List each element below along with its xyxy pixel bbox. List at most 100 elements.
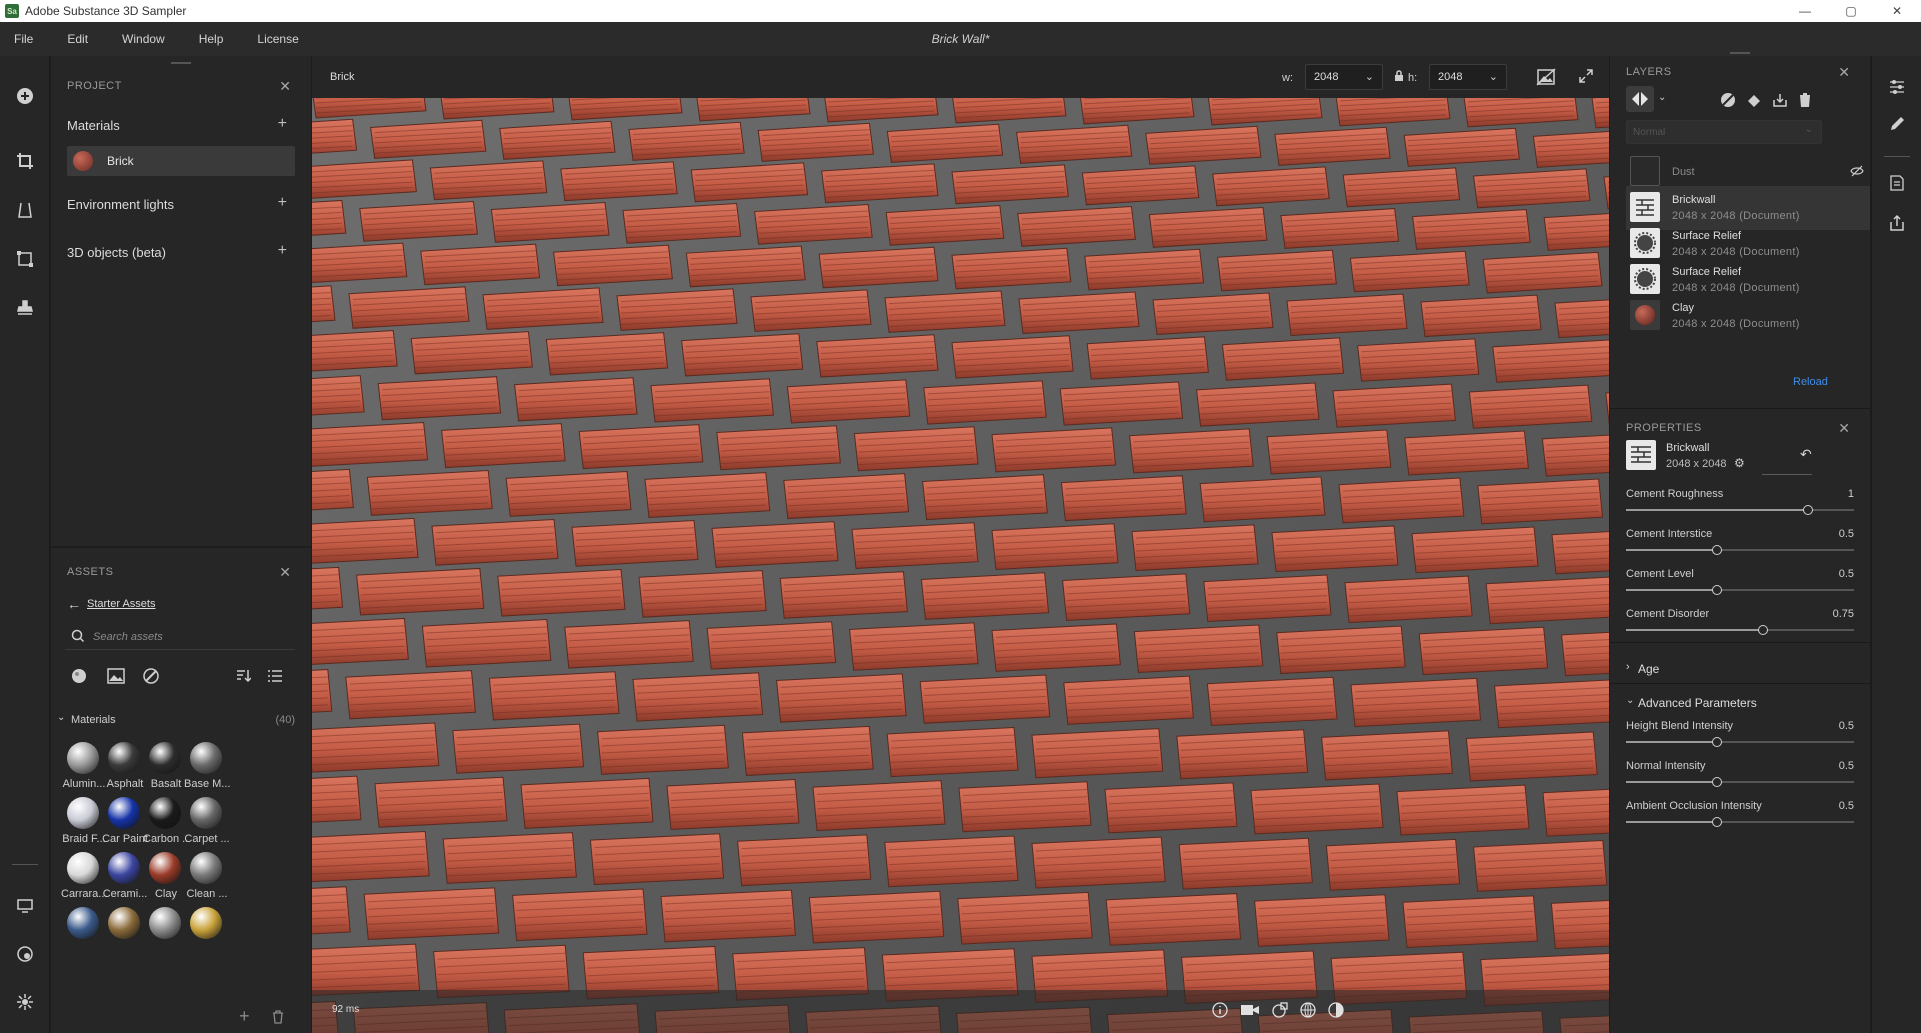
width-select[interactable]: 2048 ⌄	[1305, 64, 1383, 90]
stamp-icon[interactable]	[12, 295, 38, 321]
images-filter-icon[interactable]	[107, 668, 125, 687]
lock-icon[interactable]	[1394, 70, 1404, 85]
brick-wall-render[interactable]	[312, 98, 1609, 1033]
fullscreen-icon[interactable]	[1578, 68, 1594, 87]
brush-icon[interactable]	[1884, 111, 1910, 137]
age-section-label[interactable]: Age	[1638, 662, 1659, 676]
asset-thumbnail[interactable]	[67, 742, 99, 774]
asset-thumbnail[interactable]	[149, 852, 181, 884]
property-slider[interactable]: Cement Interstice 0.5	[1626, 528, 1854, 572]
panel-grip[interactable]	[171, 62, 191, 64]
slider-handle[interactable]	[1712, 777, 1722, 787]
assets-breadcrumb[interactable]: Starter Assets	[87, 598, 155, 610]
slider-value[interactable]: 0.5	[1839, 760, 1854, 772]
slider-value[interactable]: 0.5	[1839, 528, 1854, 540]
delete-layer-icon[interactable]	[1798, 92, 1812, 111]
asset-thumbnail[interactable]	[67, 907, 99, 939]
environment-lights-label[interactable]: Environment lights	[67, 197, 174, 212]
globe-icon[interactable]	[1300, 1002, 1316, 1021]
reload-link[interactable]: Reload	[1793, 376, 1828, 388]
display-settings-icon[interactable]	[12, 893, 38, 919]
layers-close-icon[interactable]: ✕	[1838, 64, 1850, 81]
environment-icon[interactable]	[12, 941, 38, 967]
chevron-down-icon[interactable]: ⌄	[1626, 695, 1634, 706]
project-material-item[interactable]: Brick	[67, 146, 295, 176]
add-asset-icon[interactable]: +	[239, 1006, 250, 1027]
asset-thumbnail[interactable]	[190, 797, 222, 829]
menu-file[interactable]: File	[14, 32, 33, 46]
share-icon[interactable]	[1884, 210, 1910, 236]
material-preview-icon[interactable]	[1328, 1002, 1344, 1021]
3d-objects-label[interactable]: 3D objects (beta)	[67, 245, 166, 260]
asset-thumbnail[interactable]	[149, 742, 181, 774]
property-slider[interactable]: Cement Roughness 1	[1626, 488, 1854, 532]
property-slider[interactable]: Cement Disorder 0.75	[1626, 608, 1854, 652]
menu-license[interactable]: License	[257, 32, 298, 46]
visibility-off-icon[interactable]	[1850, 164, 1864, 181]
sort-icon[interactable]	[235, 668, 252, 687]
menu-edit[interactable]: Edit	[67, 32, 88, 46]
fill-layer-icon[interactable]	[1746, 92, 1762, 111]
export-icon[interactable]	[1772, 92, 1788, 111]
asset-thumbnail[interactable]	[108, 907, 140, 939]
gear-icon[interactable]: ⚙	[1734, 456, 1745, 470]
materials-group-label[interactable]: Materials	[71, 714, 116, 726]
slider-handle[interactable]	[1712, 545, 1722, 555]
adjustments-icon[interactable]	[1884, 74, 1910, 100]
slider-value[interactable]: 0.5	[1839, 720, 1854, 732]
slider-handle[interactable]	[1803, 505, 1813, 515]
maximize-button[interactable]: ▢	[1828, 0, 1874, 22]
info-icon[interactable]	[1212, 1002, 1228, 1021]
menu-help[interactable]: Help	[199, 32, 224, 46]
chevron-down-icon[interactable]: ⌄	[1658, 92, 1666, 103]
slider-value[interactable]: 0.5	[1839, 800, 1854, 812]
materials-section-label[interactable]: Materials	[67, 118, 120, 133]
back-arrow-icon[interactable]: ←	[67, 596, 81, 612]
perspective-icon[interactable]	[12, 197, 38, 223]
properties-close-icon[interactable]: ✕	[1838, 420, 1850, 437]
add-layer-button[interactable]	[1626, 86, 1654, 112]
mask-icon[interactable]	[1720, 92, 1736, 111]
property-slider[interactable]: Ambient Occlusion Intensity 0.5	[1626, 800, 1854, 844]
slider-handle[interactable]	[1712, 737, 1722, 747]
viewport-tab-label[interactable]: Brick	[330, 71, 354, 83]
delete-asset-icon[interactable]	[271, 1010, 285, 1027]
asset-thumbnail[interactable]	[190, 852, 222, 884]
assets-close-icon[interactable]: ✕	[279, 564, 291, 581]
reset-icon[interactable]: ↶	[1800, 446, 1812, 463]
slider-handle[interactable]	[1712, 817, 1722, 827]
asset-thumbnail[interactable]	[108, 742, 140, 774]
chevron-down-icon[interactable]: ⌄	[57, 712, 65, 723]
add-3d-object-icon[interactable]: +	[278, 242, 287, 260]
slider-value[interactable]: 0.5	[1839, 568, 1854, 580]
slider-value[interactable]: 1	[1848, 488, 1854, 500]
blend-mode-select[interactable]: Normal ⌄	[1626, 120, 1822, 144]
asset-thumbnail[interactable]	[190, 742, 222, 774]
search-box[interactable]: Search assets	[65, 624, 295, 650]
3d-viewport[interactable]: 92 ms	[312, 98, 1609, 1033]
add-environment-light-icon[interactable]: +	[278, 194, 287, 212]
list-view-icon[interactable]	[267, 668, 283, 687]
close-window-button[interactable]: ✕	[1874, 0, 1920, 22]
shape-icon[interactable]	[1272, 1002, 1288, 1021]
materials-filter-icon[interactable]	[71, 668, 87, 687]
property-slider[interactable]: Cement Level 0.5	[1626, 568, 1854, 612]
asset-thumbnail[interactable]	[149, 797, 181, 829]
layers-panel-icon[interactable]	[1884, 170, 1910, 196]
plugins-icon[interactable]	[12, 989, 38, 1015]
search-input[interactable]: Search assets	[93, 631, 163, 643]
chevron-right-icon[interactable]: ›	[1626, 661, 1630, 673]
property-slider[interactable]: Height Blend Intensity 0.5	[1626, 720, 1854, 764]
asset-thumbnail[interactable]	[190, 907, 222, 939]
property-slider[interactable]: Normal Intensity 0.5	[1626, 760, 1854, 804]
add-circle-icon[interactable]	[12, 83, 38, 109]
asset-thumbnail[interactable]	[67, 797, 99, 829]
advanced-parameters-label[interactable]: Advanced Parameters	[1638, 696, 1757, 710]
asset-thumbnail[interactable]	[108, 797, 140, 829]
camera-icon[interactable]	[1240, 1002, 1260, 1021]
project-close-icon[interactable]: ✕	[279, 78, 291, 95]
asset-thumbnail[interactable]	[108, 852, 140, 884]
panel-grip[interactable]	[1730, 52, 1750, 54]
transform-icon[interactable]	[12, 246, 38, 272]
slider-handle[interactable]	[1757, 625, 1768, 635]
